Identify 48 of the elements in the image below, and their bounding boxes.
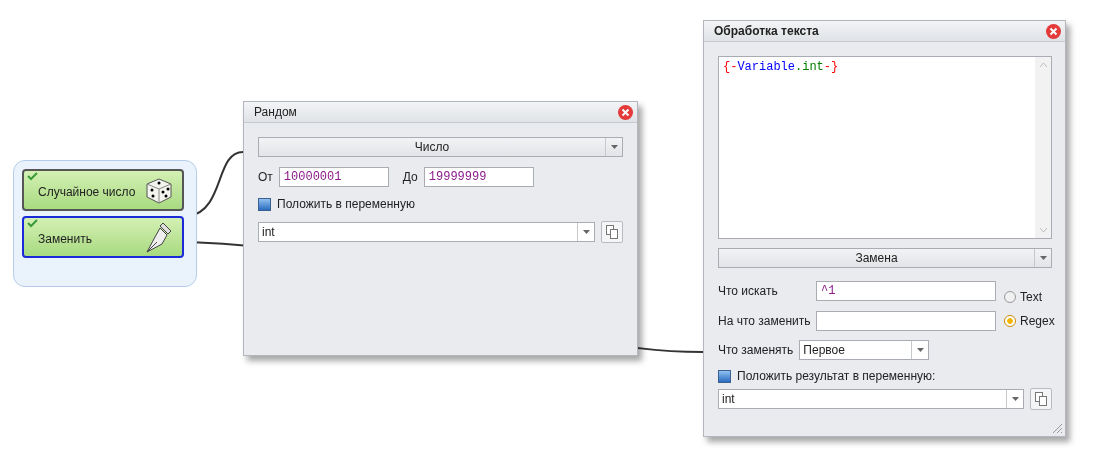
dropdown-arrow-icon	[1011, 397, 1019, 401]
mode-dropdown[interactable]: Число	[258, 137, 623, 157]
resize-grip-icon[interactable]	[1051, 422, 1063, 434]
dropdown-arrow-icon	[610, 145, 618, 149]
save-icon	[718, 369, 731, 383]
pen-nib-icon	[144, 220, 174, 254]
code-token: Variable	[737, 60, 795, 74]
save-label: Положить в переменную	[277, 197, 415, 211]
find-field[interactable]: ^1	[816, 281, 996, 301]
dropdown-arrow-icon	[916, 348, 924, 352]
code-token: {-	[723, 60, 738, 74]
node-label: Заменить	[38, 232, 92, 246]
mode-radio[interactable]: Text	[1004, 290, 1055, 304]
code-token: -}	[823, 60, 839, 74]
code-token: .int	[795, 60, 824, 74]
text-editor[interactable]: {-Variable.int-}	[718, 56, 1052, 239]
mode-radio[interactable]: Regex	[1004, 314, 1055, 328]
window-title: Обработка текста	[714, 24, 819, 38]
dropdown-arrow-icon	[1039, 256, 1047, 260]
scrollbar[interactable]	[1035, 57, 1051, 238]
window-title: Рандом	[254, 105, 297, 119]
from-label: От	[258, 170, 273, 184]
which-label: Что заменять	[718, 343, 794, 357]
dice-icon	[144, 175, 174, 205]
variable-dropdown[interactable]: int	[718, 389, 1024, 409]
copy-button[interactable]	[1030, 388, 1052, 410]
find-label: Что искать	[718, 284, 779, 298]
save-icon	[258, 197, 271, 211]
from-field[interactable]: 10000001	[278, 167, 389, 187]
to-field[interactable]: 19999999	[423, 167, 534, 187]
replace-label: На что заменить	[718, 314, 812, 328]
copy-button[interactable]	[601, 221, 623, 243]
scroll-down-icon[interactable]	[1039, 228, 1047, 232]
action-node[interactable]: Случайное число	[22, 169, 184, 211]
to-label: До	[402, 170, 418, 184]
dropdown-arrow-icon	[582, 230, 590, 234]
variable-dropdown[interactable]: int	[258, 222, 595, 242]
scroll-up-icon[interactable]	[1039, 63, 1047, 67]
save-label: Положить результат в переменную:	[737, 369, 936, 383]
close-icon[interactable]	[1046, 23, 1061, 39]
copy-icon	[606, 225, 618, 239]
copy-icon	[1035, 392, 1047, 406]
action-dropdown[interactable]: Замена	[718, 248, 1052, 268]
which-dropdown[interactable]: Первое	[799, 340, 930, 360]
action-node[interactable]: Заменить	[22, 216, 184, 258]
node-label: Случайное число	[38, 185, 136, 199]
replace-field[interactable]	[816, 311, 996, 331]
close-icon[interactable]	[618, 104, 633, 120]
